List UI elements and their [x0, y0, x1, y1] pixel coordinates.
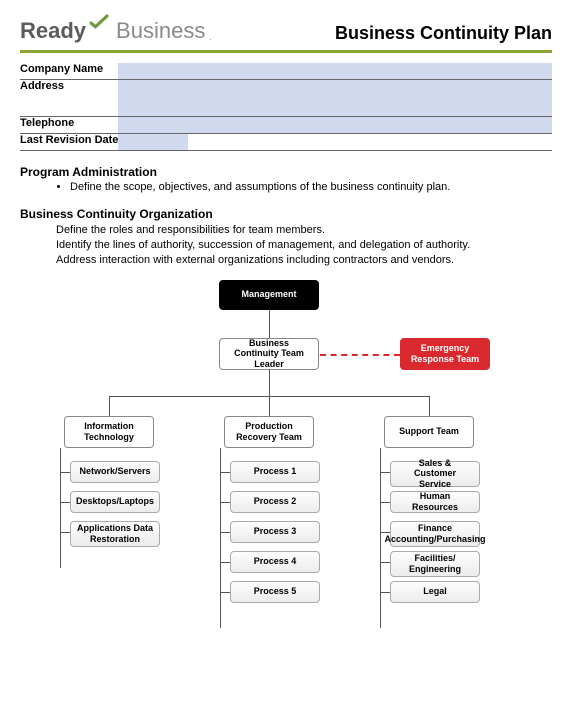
- conn: [220, 448, 221, 628]
- section2-line1: Define the roles and responsibilities fo…: [56, 223, 552, 238]
- address-input[interactable]: [118, 80, 552, 116]
- logo-ready: Ready: [20, 18, 86, 44]
- conn: [380, 448, 381, 628]
- org-col3-item: Legal: [390, 581, 480, 603]
- section2-line3: Address interaction with external organi…: [56, 253, 552, 268]
- conn: [220, 592, 230, 593]
- conn: [60, 448, 61, 568]
- org-col1-item: Applications Data Restoration: [70, 521, 160, 547]
- form-table: Company Name Address Telephone Last Revi…: [20, 63, 552, 151]
- revision-input[interactable]: [118, 134, 188, 150]
- logo-period: .: [209, 32, 212, 42]
- revision-label: Last Revision Date: [20, 134, 118, 151]
- dashed-conn: [320, 354, 400, 356]
- conn: [109, 396, 110, 416]
- logo-business: Business: [116, 18, 205, 44]
- section2-line2: Identify the lines of authority, success…: [56, 238, 552, 253]
- company-input[interactable]: [118, 63, 552, 79]
- org-col2-item: Process 1: [230, 461, 320, 483]
- org-bctl: Business Continuity Team Leader: [219, 338, 319, 370]
- conn: [380, 472, 390, 473]
- org-col1-head: Information Technology: [64, 416, 154, 448]
- conn: [269, 370, 270, 396]
- page-title: Business Continuity Plan: [335, 23, 552, 44]
- conn: [220, 562, 230, 563]
- org-col2-item: Process 3: [230, 521, 320, 543]
- section1-bullets: Define the scope, objectives, and assump…: [56, 181, 552, 193]
- org-col1-item: Network/Servers: [70, 461, 160, 483]
- conn: [380, 502, 390, 503]
- org-col1-item: Desktops/Laptops: [70, 491, 160, 513]
- conn: [220, 502, 230, 503]
- org-management: Management: [219, 280, 319, 310]
- checkmark-icon: [88, 14, 110, 30]
- conn: [60, 532, 70, 533]
- org-col3-head: Support Team: [384, 416, 474, 448]
- conn: [429, 396, 430, 416]
- divider: [20, 50, 552, 53]
- org-col2-head: Production Recovery Team: [224, 416, 314, 448]
- telephone-input[interactable]: [118, 117, 552, 133]
- conn: [269, 310, 270, 338]
- conn: [220, 532, 230, 533]
- conn: [60, 472, 70, 473]
- org-col3-item: Sales & Customer Service: [390, 461, 480, 487]
- company-label: Company Name: [20, 63, 118, 80]
- conn: [380, 562, 390, 563]
- org-ert: Emergency Response Team: [400, 338, 490, 370]
- org-chart: Management Business Continuity Team Lead…: [20, 280, 552, 660]
- telephone-label: Telephone: [20, 117, 118, 134]
- conn: [60, 502, 70, 503]
- section1-title: Program Administration: [20, 165, 552, 179]
- org-col3-item: Human Resources: [390, 491, 480, 513]
- address-label: Address: [20, 80, 118, 117]
- org-col2-item: Process 4: [230, 551, 320, 573]
- org-col3-item: Facilities/ Engineering: [390, 551, 480, 577]
- section2-title: Business Continuity Organization: [20, 207, 552, 221]
- conn: [269, 396, 270, 416]
- logo: Ready Business .: [20, 18, 212, 44]
- header: Ready Business . Business Continuity Pla…: [20, 18, 552, 44]
- conn: [380, 592, 390, 593]
- org-col2-item: Process 5: [230, 581, 320, 603]
- org-col3-item: Finance Accounting/Purchasing: [390, 521, 480, 547]
- section1-bullet1: Define the scope, objectives, and assump…: [70, 181, 552, 193]
- org-col2-item: Process 2: [230, 491, 320, 513]
- conn: [220, 472, 230, 473]
